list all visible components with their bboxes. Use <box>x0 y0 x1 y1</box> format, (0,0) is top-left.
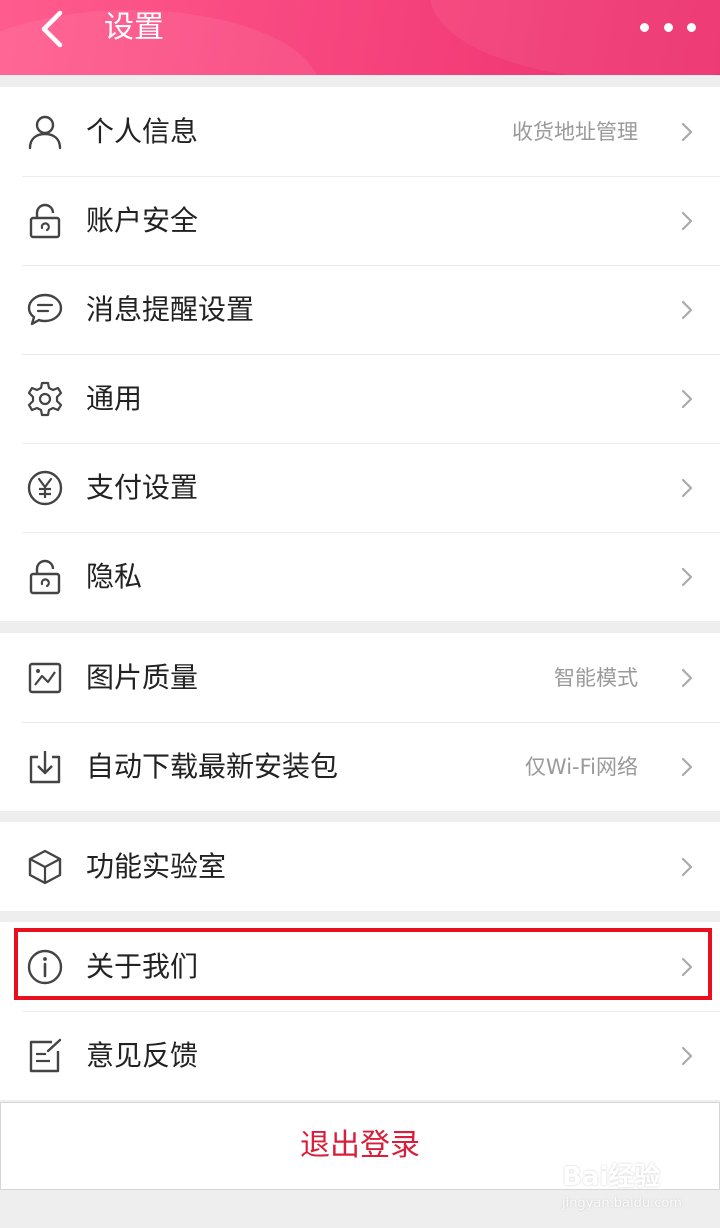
settings-item-label: 自动下载最新安装包 <box>86 749 339 783</box>
settings-item-general[interactable]: 通用 <box>0 354 720 443</box>
logout-label: 退出登录 <box>300 1128 420 1163</box>
chevron-left-icon <box>41 10 63 48</box>
settings-item-message-notifications[interactable]: 消息提醒设置 <box>0 265 720 354</box>
settings-item-personal-info[interactable]: 个人信息 收货地址管理 <box>0 87 720 176</box>
settings-item-label: 支付设置 <box>86 470 199 504</box>
chevron-right-icon <box>681 757 693 776</box>
user-icon <box>26 113 64 151</box>
settings-item-about-us[interactable]: 关于我们 <box>0 922 720 1011</box>
settings-item-label: 图片质量 <box>86 660 199 694</box>
more-dots-icon <box>687 22 696 32</box>
chevron-right-icon <box>681 1046 693 1065</box>
chevron-right-icon <box>681 668 693 687</box>
more-dots-icon <box>663 22 673 32</box>
settings-item-value: 智能模式 <box>554 665 638 690</box>
back-button[interactable] <box>26 4 76 54</box>
settings-item-label: 隐私 <box>86 559 143 593</box>
settings-group-media: 图片质量 智能模式 自动下载最新安装包 仅Wi-Fi网络 <box>0 633 720 811</box>
gear-icon <box>26 380 64 418</box>
settings-item-label: 个人信息 <box>86 114 199 148</box>
chevron-right-icon <box>681 122 693 141</box>
chevron-right-icon <box>681 300 693 319</box>
watermark: Bai经验 jingyan.baidu.com <box>552 1152 712 1222</box>
message-icon <box>26 291 64 329</box>
settings-item-account-security[interactable]: 账户安全 <box>0 176 720 265</box>
chevron-right-icon <box>681 389 693 408</box>
settings-group-about: 关于我们 意见反馈 <box>0 922 720 1100</box>
cube-icon <box>26 848 64 886</box>
more-button[interactable] <box>640 12 696 42</box>
image-icon <box>26 659 64 697</box>
settings-item-label: 关于我们 <box>86 949 199 983</box>
feedback-icon <box>26 1037 64 1075</box>
settings-item-payment[interactable]: 支付设置 <box>0 443 720 532</box>
settings-item-image-quality[interactable]: 图片质量 智能模式 <box>0 633 720 722</box>
app-header: 设置 <box>0 0 720 75</box>
watermark-url: jingyan.baidu.com <box>562 1196 682 1211</box>
info-icon <box>26 948 64 986</box>
chevron-right-icon <box>681 857 693 876</box>
page-title: 设置 <box>104 10 164 45</box>
settings-item-label: 消息提醒设置 <box>86 292 255 326</box>
settings-item-value: 仅Wi-Fi网络 <box>524 754 638 779</box>
lock-icon <box>26 202 64 240</box>
chevron-right-icon <box>681 567 693 586</box>
settings-group-account: 个人信息 收货地址管理 账户安全 消息提醒设置 通用 支付设置 隐私 <box>0 87 720 621</box>
settings-item-feature-lab[interactable]: 功能实验室 <box>0 822 720 911</box>
settings-item-feedback[interactable]: 意见反馈 <box>0 1011 720 1100</box>
lock-icon <box>26 558 64 596</box>
settings-item-label: 意见反馈 <box>86 1038 199 1072</box>
download-icon <box>26 748 64 786</box>
chevron-right-icon <box>681 478 693 497</box>
settings-item-privacy[interactable]: 隐私 <box>0 532 720 621</box>
settings-item-label: 账户安全 <box>86 203 199 237</box>
chevron-right-icon <box>681 957 693 976</box>
watermark-logo: Bai经验 <box>562 1162 661 1192</box>
settings-item-label: 通用 <box>86 381 143 415</box>
settings-group-lab: 功能实验室 <box>0 822 720 911</box>
more-dots-icon <box>640 22 649 32</box>
settings-item-value: 收货地址管理 <box>512 119 638 144</box>
chevron-right-icon <box>681 211 693 230</box>
settings-item-label: 功能实验室 <box>86 849 227 883</box>
settings-item-auto-download[interactable]: 自动下载最新安装包 仅Wi-Fi网络 <box>0 722 720 811</box>
yen-icon <box>26 469 64 507</box>
